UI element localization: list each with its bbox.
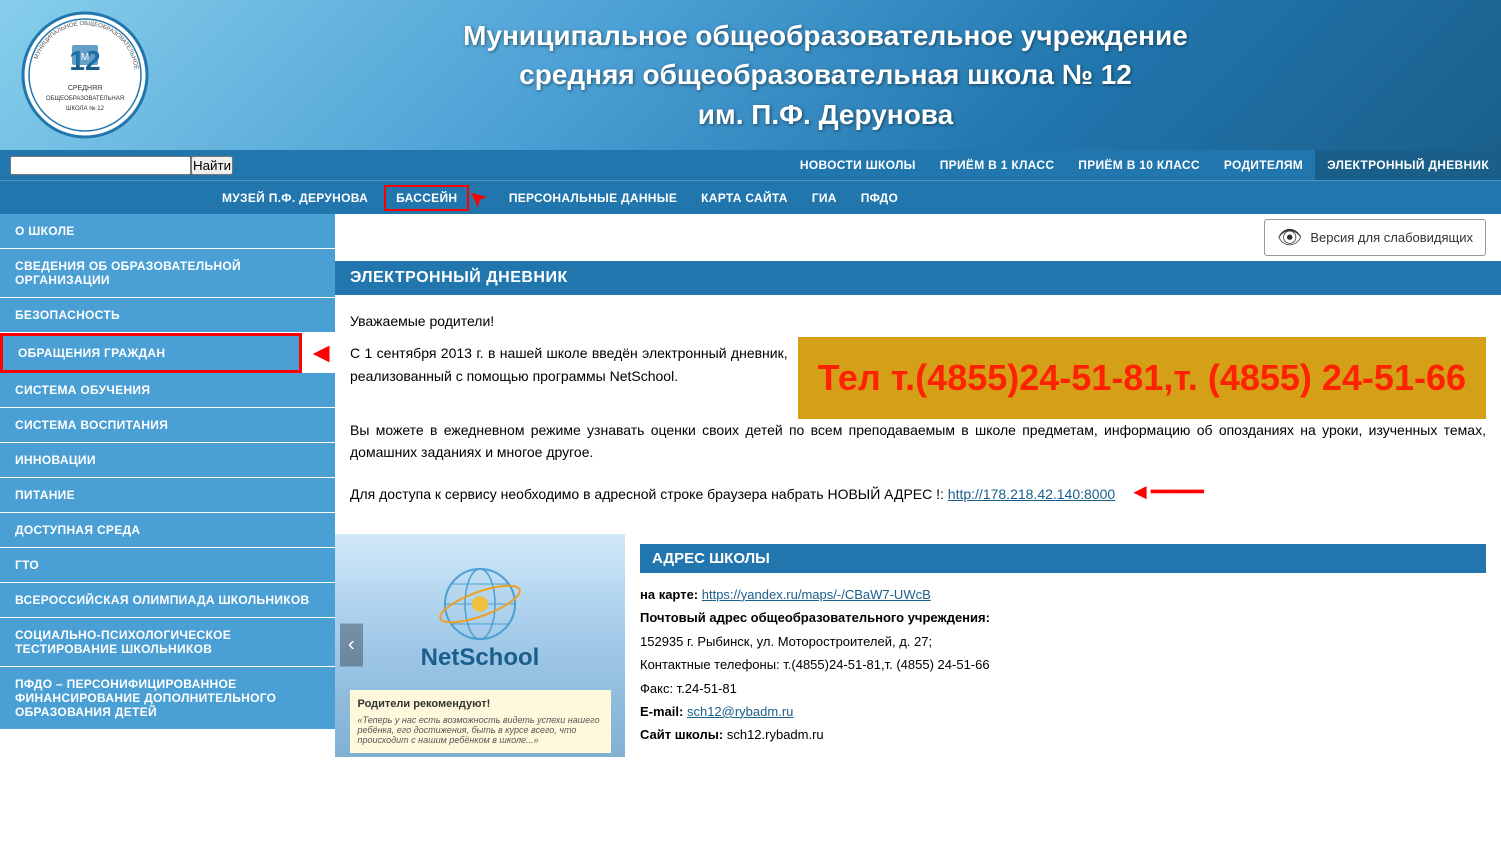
netschool-link[interactable]: http://178.218.42.140:8000 bbox=[948, 486, 1115, 502]
nav-gia[interactable]: ГИА bbox=[800, 183, 849, 213]
postal-label: Почтовый адрес общеобразовательного учре… bbox=[640, 610, 990, 625]
phone-number: Тел т.(4855)24-51-81,т. (4855) 24-51-66 bbox=[818, 357, 1466, 398]
sidebar-item-obrascheniya[interactable]: ОБРАЩЕНИЯ ГРАЖДАН bbox=[0, 333, 302, 373]
page-header: 12 СРЕДНЯЯ ОБЩЕОБРАЗОВАТЕЛЬНАЯ ШКОЛА № 1… bbox=[0, 0, 1501, 150]
sidebar-item-innovacii[interactable]: ИННОВАЦИИ bbox=[0, 443, 335, 478]
nav-row-2: МУЗЕЙ П.Ф. ДЕРУНОВА БАССЕЙН ➤ ПЕРСОНАЛЬН… bbox=[0, 180, 1501, 214]
carousel-prev-button[interactable]: ‹ bbox=[340, 624, 363, 667]
content-area: 👁 Версия для слабовидящих ЭЛЕКТРОННЫЙ ДН… bbox=[335, 214, 1501, 814]
search-input[interactable] bbox=[10, 156, 191, 175]
address-line1: 152935 г. Рыбинск, ул. Моторостроителей,… bbox=[640, 630, 1486, 653]
address-site: Сайт школы: sch12.rybadm.ru bbox=[640, 723, 1486, 746]
email-link[interactable]: sch12@rybadm.ru bbox=[687, 704, 793, 719]
email-label: E-mail: bbox=[640, 704, 687, 719]
sidebar-item-o-shkole[interactable]: О ШКОЛЕ bbox=[0, 214, 335, 249]
svg-text:М: М bbox=[81, 52, 89, 63]
address-map-link[interactable]: https://yandex.ru/maps/-/CBaW7-UWcB bbox=[702, 587, 931, 602]
svg-text:ШКОЛА № 12: ШКОЛА № 12 bbox=[66, 105, 105, 112]
sidebar-item-dostupnaya[interactable]: ДОСТУПНАЯ СРЕДА bbox=[0, 513, 335, 548]
para-netschool: С 1 сентября 2013 г. в нашей школе введё… bbox=[350, 342, 788, 387]
nav-novosti[interactable]: НОВОСТИ ШКОЛЫ bbox=[788, 150, 928, 180]
nav-links-primary: НОВОСТИ ШКОЛЫ ПРИЁМ В 1 КЛАСС ПРИЁМ В 10… bbox=[788, 150, 1501, 180]
content-body: Уважаемые родители! С 1 сентября 2013 г.… bbox=[335, 295, 1501, 534]
school-title: Муниципальное общеобразовательное учрежд… bbox=[170, 16, 1481, 134]
sidebar-item-olimpiada[interactable]: ВСЕРОССИЙСКАЯ ОЛИМПИАДА ШКОЛЬНИКОВ bbox=[0, 583, 335, 618]
sidebar-item-sistema-obucheniya[interactable]: СИСТЕМА ОБУЧЕНИЯ bbox=[0, 373, 335, 408]
sidebar-item-pitanie[interactable]: ПИТАНИЕ bbox=[0, 478, 335, 513]
nav-personal[interactable]: ПЕРСОНАЛЬНЫЕ ДАННЫЕ bbox=[497, 183, 689, 213]
svg-text:ОБЩЕОБРАЗОВАТЕЛЬНАЯ: ОБЩЕОБРАЗОВАТЕЛЬНАЯ bbox=[46, 96, 124, 102]
sidebar-item-pfdo[interactable]: ПФДО – ПЕРСОНИФИЦИРОВАННОЕ ФИНАНСИРОВАНИ… bbox=[0, 667, 335, 730]
title-line1: Муниципальное общеобразовательное учрежд… bbox=[463, 20, 1188, 51]
nav-bassein[interactable]: БАССЕЙН bbox=[384, 185, 469, 211]
nav-karta[interactable]: КАРТА САЙТА bbox=[689, 183, 800, 213]
nav-priem10[interactable]: ПРИЁМ В 10 КЛАСС bbox=[1066, 150, 1212, 180]
recommend-label: Родители рекомендуют! bbox=[358, 698, 603, 710]
nav-priem1[interactable]: ПРИЁМ В 1 КЛАСС bbox=[928, 150, 1067, 180]
nav-roditelyam[interactable]: РОДИТЕЛЯМ bbox=[1212, 150, 1315, 180]
netschool-recommend-box: Родители рекомендуют! «Теперь у нас есть… bbox=[350, 690, 611, 753]
sidebar-item-psych[interactable]: СОЦИАЛЬНО-ПСИХОЛОГИЧЕСКОЕ ТЕСТИРОВАНИЕ Ш… bbox=[0, 618, 335, 667]
address-contacts: Контактные телефоны: т.(4855)24-51-81,т.… bbox=[640, 653, 1486, 676]
bottom-section: ‹ NetSchool Родители рекомендуют! «Теп bbox=[335, 534, 1501, 757]
school-logo: 12 СРЕДНЯЯ ОБЩЕОБРАЗОВАТЕЛЬНАЯ ШКОЛА № 1… bbox=[20, 10, 150, 140]
sidebar: О ШКОЛЕ СВЕДЕНИЯ ОБ ОБРАЗОВАТЕЛЬНОЙ ОРГА… bbox=[0, 214, 335, 814]
recommend-quote: «Теперь у нас есть возможность видеть ус… bbox=[358, 715, 603, 745]
vision-button[interactable]: 👁 Версия для слабовидящих bbox=[1264, 219, 1486, 256]
address-title: АДРЕС ШКОЛЫ bbox=[640, 544, 1486, 573]
nav-links-secondary: МУЗЕЙ П.Ф. ДЕРУНОВА БАССЕЙН ➤ ПЕРСОНАЛЬН… bbox=[210, 183, 910, 213]
nav-row-1: Найти НОВОСТИ ШКОЛЫ ПРИЁМ В 1 КЛАСС ПРИЁ… bbox=[0, 150, 1501, 180]
nav-dnevnik[interactable]: ЭЛЕКТРОННЫЙ ДНЕВНИК bbox=[1315, 150, 1501, 180]
netschool-logo: NetSchool bbox=[421, 644, 540, 672]
para-greeting: Уважаемые родители! bbox=[350, 310, 1486, 332]
svg-text:СРЕДНЯЯ: СРЕДНЯЯ bbox=[68, 85, 102, 92]
para-daily: Вы можете в ежедневном режиме узнавать о… bbox=[350, 419, 1486, 464]
site-label: Сайт школы: bbox=[640, 727, 727, 742]
netschool-image: ‹ NetSchool Родители рекомендуют! «Теп bbox=[335, 534, 625, 757]
navigation: Найти НОВОСТИ ШКОЛЫ ПРИЁМ В 1 КЛАСС ПРИЁ… bbox=[0, 150, 1501, 214]
sidebar-item-sistema-vospit[interactable]: СИСТЕМА ВОСПИТАНИЯ bbox=[0, 408, 335, 443]
title-line3: им. П.Ф. Дерунова bbox=[698, 99, 953, 130]
nav-muzey[interactable]: МУЗЕЙ П.Ф. ДЕРУНОВА bbox=[210, 183, 380, 213]
address-fax: Факс: т.24-51-81 bbox=[640, 677, 1486, 700]
nav-pfdo[interactable]: ПФДО bbox=[849, 183, 910, 213]
eye-icon: 👁 bbox=[1277, 225, 1302, 250]
address-map-label: на карте: bbox=[640, 587, 702, 602]
sidebar-item-svedeniya[interactable]: СВЕДЕНИЯ ОБ ОБРАЗОВАТЕЛЬНОЙ ОРГАНИЗАЦИИ bbox=[0, 249, 335, 298]
arrow-obrascheniya: ◄ bbox=[307, 337, 335, 369]
section-title: ЭЛЕКТРОННЫЙ ДНЕВНИК bbox=[335, 261, 1501, 295]
address-block: АДРЕС ШКОЛЫ на карте: https://yandex.ru/… bbox=[625, 534, 1501, 757]
arrow-link: ◄━━━━ bbox=[1129, 479, 1204, 504]
search-area: Найти bbox=[0, 151, 243, 180]
vision-btn-label: Версия для слабовидящих bbox=[1310, 230, 1473, 245]
title-line2: средняя общеобразовательная школа № 12 bbox=[519, 59, 1132, 90]
sidebar-item-bezopasnost[interactable]: БЕЗОПАСНОСТЬ bbox=[0, 298, 335, 333]
search-button[interactable]: Найти bbox=[191, 156, 233, 175]
address-email: E-mail: sch12@rybadm.ru bbox=[640, 700, 1486, 723]
content-top-bar: 👁 Версия для слабовидящих bbox=[335, 214, 1501, 261]
site-url: sch12.rybadm.ru bbox=[727, 727, 824, 742]
sidebar-item-gto[interactable]: ГТО bbox=[0, 548, 335, 583]
address-map: на карте: https://yandex.ru/maps/-/CBaW7… bbox=[640, 583, 1486, 606]
globe-svg bbox=[430, 564, 530, 644]
main-layout: О ШКОЛЕ СВЕДЕНИЯ ОБ ОБРАЗОВАТЕЛЬНОЙ ОРГА… bbox=[0, 214, 1501, 814]
para-access-text: Для доступа к сервису необходимо в адрес… bbox=[350, 486, 948, 502]
address-postal-label: Почтовый адрес общеобразовательного учре… bbox=[640, 606, 1486, 629]
para2-text: С 1 сентября 2013 г. в нашей школе введё… bbox=[350, 345, 788, 383]
para-access: Для доступа к сервису необходимо в адрес… bbox=[350, 474, 1486, 509]
